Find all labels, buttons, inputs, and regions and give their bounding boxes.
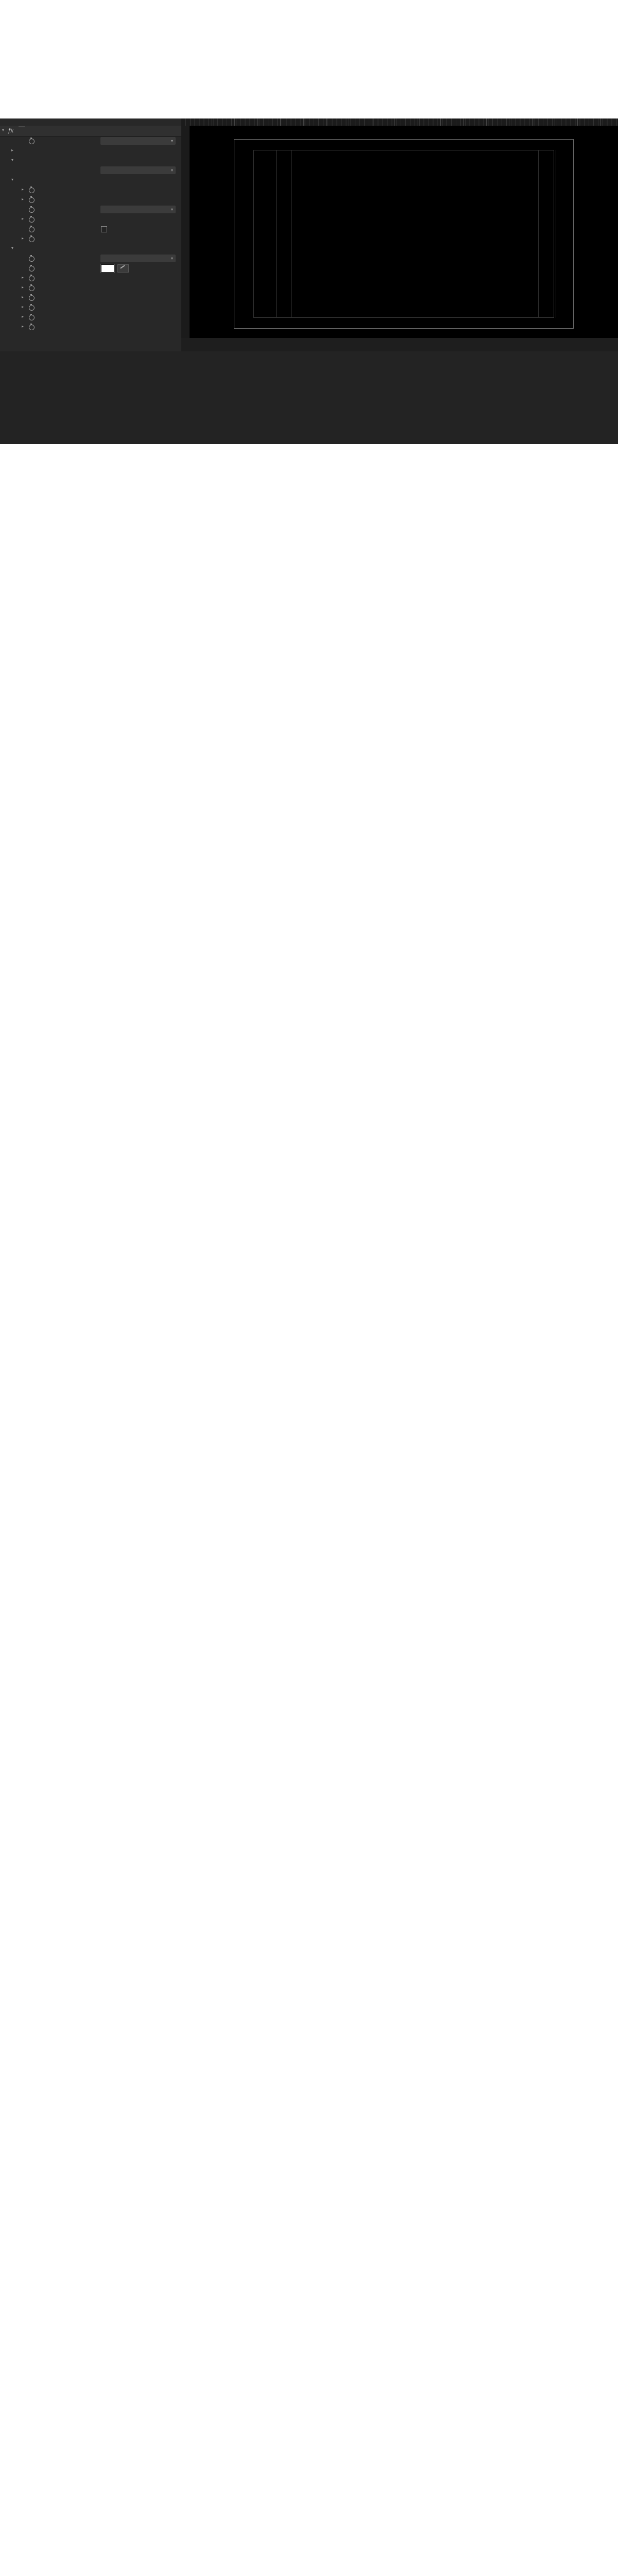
effect-row: ▸ <box>0 234 181 244</box>
ruler-tick <box>440 118 441 126</box>
stopwatch-icon[interactable] <box>29 216 35 223</box>
ruler-tick <box>486 118 487 126</box>
stopwatch-icon[interactable] <box>29 275 35 281</box>
dropdown[interactable]: ▾ <box>100 206 176 213</box>
effect-row: ▸ <box>0 283 181 293</box>
effect-row: ▾ <box>0 175 181 185</box>
ruler-tick <box>531 118 533 126</box>
twirl-right-icon[interactable]: ▸ <box>22 275 24 280</box>
effect-row: ▸ <box>0 293 181 302</box>
twirl-down-icon[interactable]: ▾ <box>11 177 13 182</box>
twirl-right-icon[interactable]: ▸ <box>22 314 24 319</box>
effect-row: ▾ <box>0 165 181 175</box>
twirl-right-icon[interactable]: ▸ <box>22 236 24 241</box>
twirl-right-icon[interactable]: ▸ <box>22 295 24 299</box>
chevron-down-icon: ▾ <box>170 139 173 143</box>
twirl-right-icon[interactable]: ▸ <box>22 324 24 329</box>
effect-row: ▸ <box>0 146 181 156</box>
tutorial-page: ▾ fx ▾ ▸ ▾ ▾ ▾ ▸ ▸ ▾ ▸ ▸ ▾ ▾ ▸ ▸ ▸ ▸ ▸ ▸ <box>0 0 618 2576</box>
effect-row: ▾ <box>0 156 181 165</box>
stopwatch-icon[interactable] <box>29 304 35 311</box>
chevron-down-icon: ▾ <box>170 207 173 212</box>
ruler-tick <box>394 118 396 126</box>
chevron-down-icon: ▾ <box>170 256 173 261</box>
dropdown[interactable]: ▾ <box>100 166 176 174</box>
twirl-right-icon[interactable]: ▸ <box>22 304 24 309</box>
effect-row: ▾ <box>0 136 181 146</box>
ruler-tick <box>600 118 601 126</box>
vertical-ruler <box>181 126 190 338</box>
screenshot-s1: ▾ fx ▾ ▸ ▾ ▾ ▾ ▸ ▸ ▾ ▸ ▸ ▾ ▾ ▸ ▸ ▸ ▸ ▸ ▸ <box>0 118 618 444</box>
effect-row <box>0 263 181 273</box>
stopwatch-icon[interactable] <box>29 284 35 291</box>
stopwatch-icon[interactable] <box>29 138 35 144</box>
comp-canvas[interactable] <box>190 126 618 338</box>
stopwatch-icon[interactable] <box>29 206 35 213</box>
effect-row: ▸ <box>0 185 181 195</box>
checkbox[interactable] <box>101 226 107 232</box>
effect-controls-panel: ▾ fx ▾ ▸ ▾ ▾ ▾ ▸ ▸ ▾ ▸ ▸ ▾ ▾ ▸ ▸ ▸ ▸ ▸ ▸ <box>0 118 182 351</box>
effect-name[interactable] <box>19 126 25 127</box>
stopwatch-icon[interactable] <box>29 226 35 232</box>
stopwatch-icon[interactable] <box>29 314 35 320</box>
effect-header-row: ▾ fx <box>0 126 181 137</box>
safe-area-guide <box>253 150 554 318</box>
stopwatch-icon[interactable] <box>29 187 35 193</box>
twirl-right-icon[interactable]: ▸ <box>22 197 24 201</box>
composition-viewer <box>181 118 618 351</box>
effect-row: ▸ <box>0 312 181 322</box>
effect-row: ▾ <box>0 253 181 263</box>
ruler-tick <box>463 118 464 126</box>
color-swatch[interactable] <box>101 264 114 273</box>
ruler-tick <box>234 118 235 126</box>
effect-row: ▸ <box>0 302 181 312</box>
stopwatch-icon[interactable] <box>29 265 35 272</box>
horizontal-ruler <box>181 118 618 126</box>
ruler-tick <box>280 118 281 126</box>
effect-row: ▾ <box>0 244 181 253</box>
twirl-right-icon[interactable]: ▸ <box>22 216 24 221</box>
twirl-right-icon[interactable]: ▸ <box>22 187 24 192</box>
guide-line <box>538 150 539 318</box>
main-area: ▾ fx ▾ ▸ ▾ ▾ ▾ ▸ ▸ ▾ ▸ ▸ ▾ ▾ ▸ ▸ ▸ ▸ ▸ ▸ <box>0 118 618 351</box>
ruler-tick <box>303 118 304 126</box>
dropdown[interactable]: ▾ <box>100 255 176 262</box>
ruler-tick <box>577 118 578 126</box>
stopwatch-icon[interactable] <box>29 235 35 242</box>
effect-row: ▸ <box>0 322 181 332</box>
twirl-down-icon[interactable]: ▾ <box>11 158 13 162</box>
chevron-down-icon: ▾ <box>170 168 173 173</box>
effect-row <box>0 224 181 234</box>
guide-line <box>276 150 277 318</box>
ruler-tick <box>326 118 327 126</box>
twirl-right-icon[interactable]: ▸ <box>22 285 24 290</box>
dropdown[interactable]: ▾ <box>100 137 176 145</box>
stopwatch-icon[interactable] <box>29 294 35 301</box>
stopwatch-icon[interactable] <box>29 324 35 330</box>
stopwatch-icon[interactable] <box>29 196 35 203</box>
fx-icon: fx <box>8 127 14 134</box>
effect-row: ▾ <box>0 205 181 214</box>
stopwatch-icon[interactable] <box>29 255 35 262</box>
twirl-right-icon[interactable]: ▸ <box>11 148 13 152</box>
effect-row: ▸ <box>0 214 181 224</box>
twirl-down-icon[interactable]: ▾ <box>11 246 13 250</box>
eyedropper-icon[interactable] <box>117 264 129 273</box>
guide-line <box>291 150 292 318</box>
twirl-down-icon[interactable]: ▾ <box>2 128 4 132</box>
effect-row: ▸ <box>0 195 181 205</box>
effect-row: ▸ <box>0 273 181 283</box>
